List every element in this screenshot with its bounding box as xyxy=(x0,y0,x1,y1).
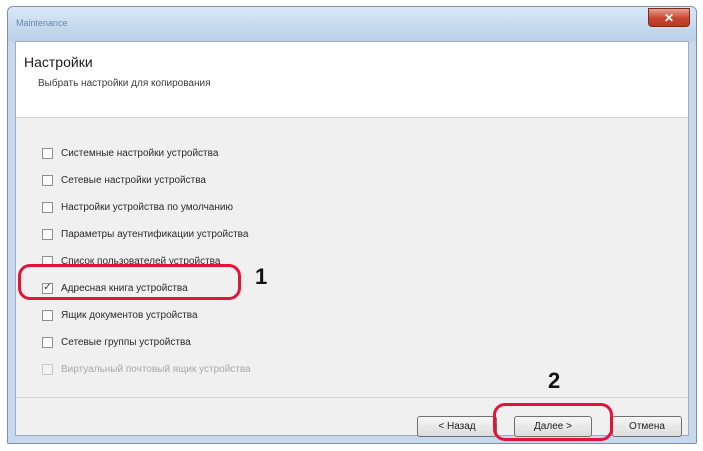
option-system-settings[interactable]: Системные настройки устройства xyxy=(42,144,218,162)
wizard-body: Настройки Выбрать настройки для копирова… xyxy=(15,41,689,437)
page-subtitle: Выбрать настройки для копирования xyxy=(38,78,211,89)
next-button-highlight xyxy=(493,403,613,441)
callout-number-2: 2 xyxy=(548,368,561,393)
option-label: Ящик документов устройства xyxy=(61,309,198,321)
option-label: Виртуальный почтовый ящик устройства xyxy=(61,363,251,375)
option-authentication-settings[interactable]: Параметры аутентификации устройства xyxy=(42,225,248,243)
option-label: Сетевые группы устройства xyxy=(61,336,191,348)
option-network-settings[interactable]: Сетевые настройки устройства xyxy=(42,171,206,189)
checkbox[interactable] xyxy=(42,147,53,159)
settings-wizard-window: Maintenance ✕ Настройки Выбрать настройк… xyxy=(7,6,697,444)
checkbox[interactable] xyxy=(42,201,53,213)
back-button[interactable]: < Назад xyxy=(417,416,497,437)
close-icon: ✕ xyxy=(663,10,675,25)
checkbox[interactable] xyxy=(42,336,53,348)
wizard-header: Настройки Выбрать настройки для копирова… xyxy=(16,42,688,118)
footer-divider xyxy=(16,397,688,398)
copy-options-list: Системные настройки устройства Сетевые н… xyxy=(16,118,688,387)
page-title: Настройки xyxy=(24,54,93,70)
option-label: Параметры аутентификации устройства xyxy=(61,228,249,240)
cancel-button[interactable]: Отмена xyxy=(612,416,682,437)
option-virtual-mailbox: Виртуальный почтовый ящик устройства xyxy=(42,360,251,378)
option-document-box[interactable]: Ящик документов устройства xyxy=(42,306,198,324)
callout-number-1: 1 xyxy=(255,264,268,289)
option-label: Сетевые настройки устройства xyxy=(61,174,206,186)
checkbox[interactable] xyxy=(42,309,53,321)
checkbox xyxy=(42,363,53,375)
checkbox[interactable] xyxy=(42,174,53,186)
checkbox[interactable] xyxy=(42,228,53,240)
close-button[interactable]: ✕ xyxy=(648,8,690,27)
window-title: Maintenance xyxy=(16,18,68,28)
option-label: Системные настройки устройства xyxy=(61,147,219,159)
option-network-groups[interactable]: Сетевые группы устройства xyxy=(42,333,191,351)
option-default-settings[interactable]: Настройки устройства по умолчанию xyxy=(42,198,233,216)
option-label: Настройки устройства по умолчанию xyxy=(61,201,233,213)
address-book-highlight xyxy=(18,264,241,300)
title-bar[interactable]: Maintenance ✕ xyxy=(8,7,696,41)
